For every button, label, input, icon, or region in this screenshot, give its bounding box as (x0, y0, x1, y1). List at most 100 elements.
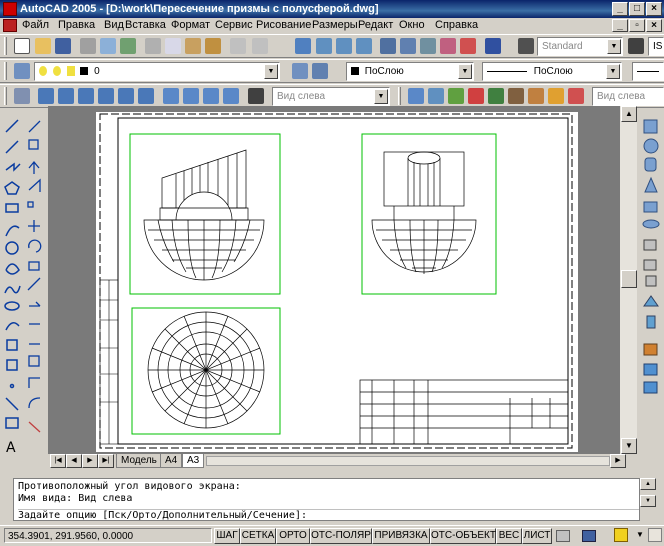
view-combo-right[interactable]: Вид слева (592, 87, 664, 106)
pan-realtime-icon[interactable] (408, 88, 424, 104)
properties-icon[interactable] (380, 38, 396, 54)
layer-previous-icon[interactable] (312, 63, 328, 79)
clip-icon[interactable] (468, 88, 484, 104)
layer-manager-icon[interactable] (14, 63, 30, 79)
lights-icon[interactable] (568, 88, 584, 104)
orbit-icon[interactable] (448, 88, 464, 104)
color-combo[interactable]: ПоСлою ▼ (346, 62, 474, 81)
scroll-up-button[interactable]: ▲ (621, 106, 637, 122)
menu-tools[interactable]: Сервис (215, 18, 253, 33)
doc-close-button[interactable]: × (646, 19, 662, 32)
menu-modify[interactable]: Редакт (358, 18, 393, 33)
menu-help[interactable]: Справка (435, 18, 478, 33)
left-view-icon[interactable] (78, 88, 94, 104)
toolbar-grip[interactable] (398, 87, 401, 105)
right-view-icon[interactable] (98, 88, 114, 104)
undo-icon[interactable] (230, 38, 246, 54)
lineweight-combo[interactable] (632, 62, 664, 81)
menu-view[interactable]: Вид (104, 18, 124, 33)
distance-icon[interactable] (508, 88, 524, 104)
open-icon[interactable] (35, 38, 51, 54)
help-icon[interactable] (485, 38, 501, 54)
make-current-layer-icon[interactable] (292, 63, 308, 79)
top-view-icon[interactable] (38, 88, 54, 104)
doc-minimize-button[interactable]: _ (612, 19, 628, 32)
paper-space-button[interactable]: ЛИСТ (522, 528, 552, 544)
prev-tab-button[interactable]: ◀ (66, 454, 82, 468)
communication-center-icon[interactable] (582, 530, 596, 542)
tool-palettes-icon[interactable] (420, 38, 436, 54)
toolbar-grip[interactable] (4, 62, 7, 80)
redo-icon[interactable] (252, 38, 268, 54)
paste-icon[interactable] (185, 38, 201, 54)
menu-format[interactable]: Формат (171, 18, 210, 33)
menu-draw[interactable]: Рисование (256, 18, 311, 33)
dimension-style-icon[interactable] (628, 38, 644, 54)
next-tab-button[interactable]: ▶ (82, 454, 98, 468)
view-combo-left[interactable]: Вид слева ▼ (272, 87, 390, 106)
chevron-down-icon[interactable]: ▼ (606, 64, 620, 79)
layer-combo[interactable]: 0 ▼ (34, 62, 280, 81)
maximize-button[interactable]: □ (629, 2, 645, 16)
zoom-window-icon[interactable] (336, 38, 352, 54)
coordinates-readout[interactable]: 354.3901, 291.9560, 0.0000 (4, 528, 212, 543)
ne-iso-icon[interactable] (203, 88, 219, 104)
scroll-right-button[interactable]: ▶ (610, 454, 626, 468)
print-icon[interactable] (80, 38, 96, 54)
polar-tracking-button[interactable]: ОТС-ПОЛЯР (310, 528, 372, 544)
match-properties-icon[interactable] (205, 38, 221, 54)
text-style-combo[interactable]: Standard ▼ (537, 37, 623, 56)
object-snap-button[interactable]: ПРИВЯЗКА (372, 528, 430, 544)
menu-edit[interactable]: Правка (58, 18, 95, 33)
chevron-down-icon[interactable]: ▼ (458, 64, 472, 79)
zoom-previous-icon[interactable] (356, 38, 372, 54)
scroll-thumb[interactable] (621, 270, 637, 288)
back-view-icon[interactable] (138, 88, 154, 104)
object-tracking-button[interactable]: ОТС-ОБЪЕКТ (430, 528, 496, 544)
se-iso-icon[interactable] (183, 88, 199, 104)
close-button[interactable]: × (646, 2, 662, 16)
named-views-icon[interactable] (14, 88, 30, 104)
ortho-button[interactable]: ОРТО (276, 528, 310, 544)
dim-style-combo[interactable]: IS (648, 37, 664, 56)
grid-button[interactable]: СЕТКА (240, 528, 276, 544)
save-icon[interactable] (55, 38, 71, 54)
new-icon[interactable] (14, 38, 30, 54)
horizontal-scrollbar[interactable] (206, 456, 610, 466)
nw-iso-icon[interactable] (223, 88, 239, 104)
zoom-realtime-icon[interactable] (316, 38, 332, 54)
paper-sheet[interactable] (96, 112, 578, 452)
clean-screen-icon[interactable] (648, 528, 662, 542)
chevron-down-icon[interactable]: ▼ (636, 528, 646, 542)
cmd-scroll-up[interactable]: ▲ (640, 478, 656, 490)
tab-a4[interactable]: A4 (160, 454, 183, 468)
publish-icon[interactable] (120, 38, 136, 54)
zoom-icon[interactable] (428, 88, 444, 104)
cmd-scroll-down[interactable]: ▼ (640, 495, 656, 507)
maximize-viewport-icon[interactable] (556, 530, 570, 542)
toolbar-grip[interactable] (4, 87, 7, 105)
linetype-combo[interactable]: ПоСлою ▼ (482, 62, 622, 81)
toolbar-grip[interactable] (4, 37, 7, 55)
autocad-app-icon[interactable] (3, 2, 17, 16)
command-window[interactable]: Противоположный угол видового экрана: Им… (13, 478, 640, 521)
bottom-view-icon[interactable] (58, 88, 74, 104)
document-icon[interactable] (3, 19, 17, 32)
chevron-down-icon[interactable]: ▼ (264, 64, 278, 79)
menu-dimensions[interactable]: Размеры (312, 18, 358, 33)
front-view-icon[interactable] (118, 88, 134, 104)
menu-insert[interactable]: Вставка (125, 18, 166, 33)
chevron-down-icon[interactable]: ▼ (374, 89, 388, 104)
design-center-icon[interactable] (400, 38, 416, 54)
command-prompt[interactable]: Задайте опцию [Пск/Орто/Дополнительный/С… (18, 510, 639, 522)
menu-window[interactable]: Окно (399, 18, 425, 33)
last-tab-button[interactable]: ▶| (98, 454, 114, 468)
tab-a3[interactable]: A3 (182, 454, 205, 468)
text-style-icon[interactable] (518, 38, 534, 54)
first-tab-button[interactable]: |◀ (50, 454, 66, 468)
sw-iso-icon[interactable] (163, 88, 179, 104)
scroll-down-button[interactable]: ▼ (621, 438, 637, 454)
camera-icon[interactable] (248, 88, 264, 104)
toolbar-lock-icon[interactable] (614, 528, 628, 542)
render-icon[interactable] (528, 88, 544, 104)
